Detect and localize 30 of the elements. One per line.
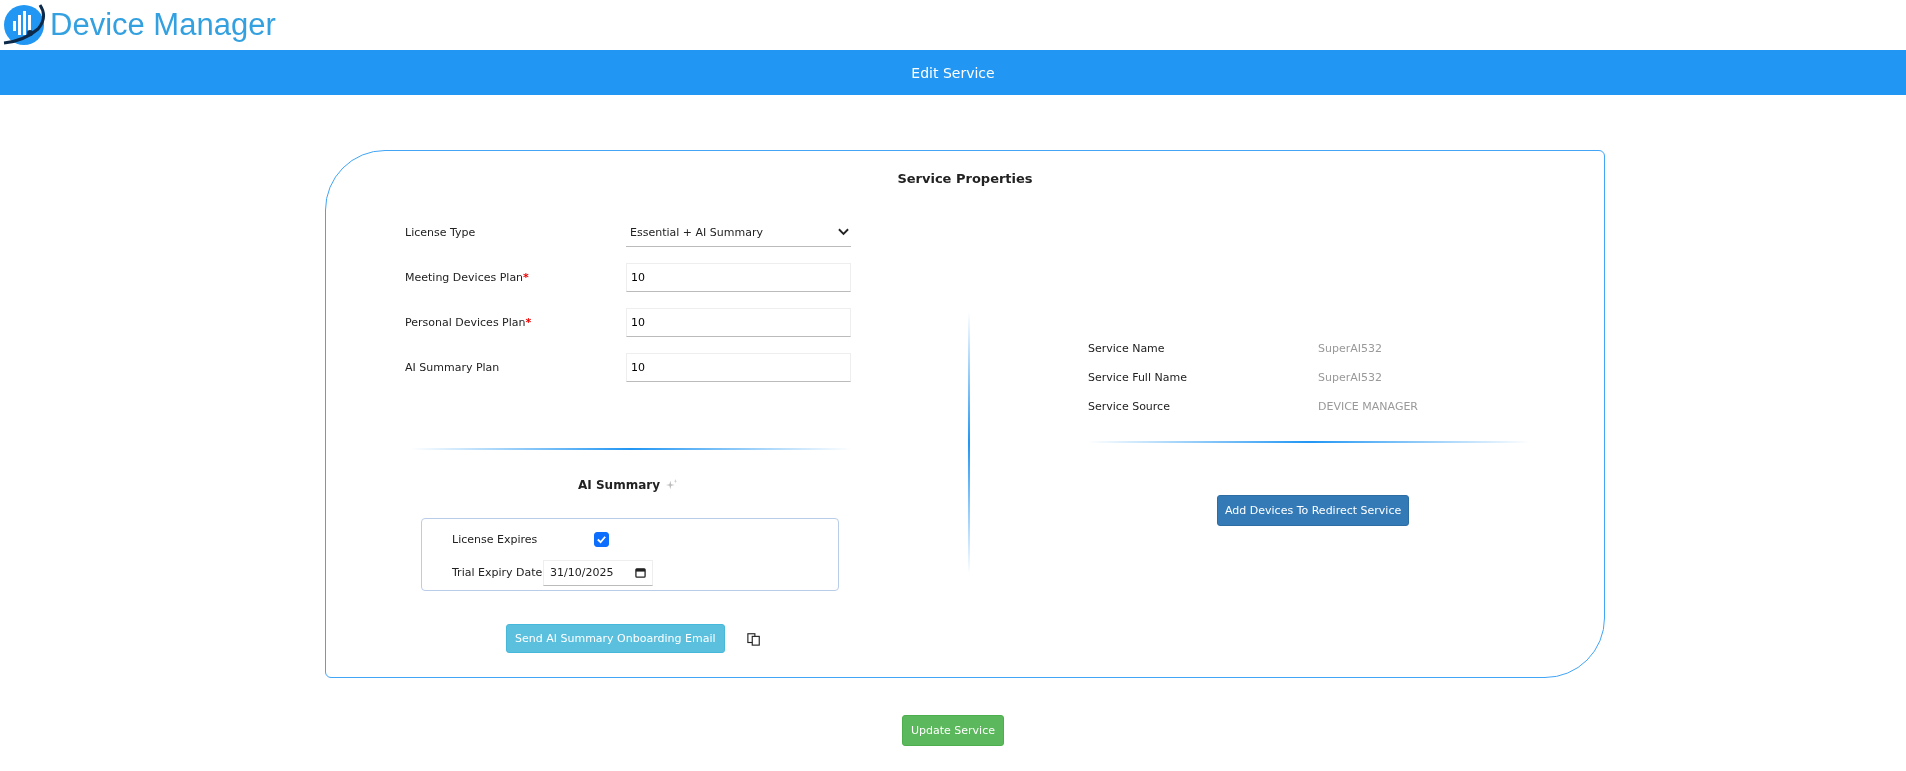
info-label: Service Source (1088, 400, 1171, 413)
field-label: Trial Expiry Date (452, 566, 543, 579)
input-field[interactable]: 10 (626, 263, 851, 292)
date-field[interactable]: 31/10/2025 (543, 559, 653, 586)
field-label: License Expires (452, 533, 539, 546)
app-title: Device Manager (50, 7, 276, 43)
page-title: Edit Service (911, 64, 995, 81)
field-label: License Type (405, 226, 477, 239)
info-value: SuperAI532 (1318, 342, 1382, 355)
add-devices-button[interactable]: Add Devices To Redirect Service (1217, 495, 1410, 526)
checkmark-icon (596, 534, 607, 545)
info-value: SuperAI532 (1318, 371, 1382, 384)
copy-icon[interactable] (746, 631, 761, 646)
field-label: Meeting Devices Plan* (405, 271, 530, 284)
field-label: Personal Devices Plan* (405, 316, 533, 329)
card-title: Service Properties (896, 171, 1034, 186)
field-label: AI Summary Plan (405, 361, 501, 374)
required-mark: * (525, 316, 532, 329)
chevron-down-icon (838, 228, 849, 236)
license-type-select[interactable]: Essential + AI Summary (626, 218, 851, 247)
section-title: AI Summary (578, 478, 660, 492)
input-field[interactable]: 10 (626, 308, 851, 337)
input-field[interactable]: 10 (626, 353, 851, 382)
sparkle-icon (666, 479, 678, 491)
calendar-icon[interactable] (635, 567, 646, 578)
info-label: Service Name (1088, 342, 1166, 355)
checkbox[interactable] (594, 532, 609, 547)
info-label: Service Full Name (1088, 371, 1188, 384)
required-mark: * (523, 271, 529, 284)
info-value: DEVICE MANAGER (1318, 400, 1418, 413)
